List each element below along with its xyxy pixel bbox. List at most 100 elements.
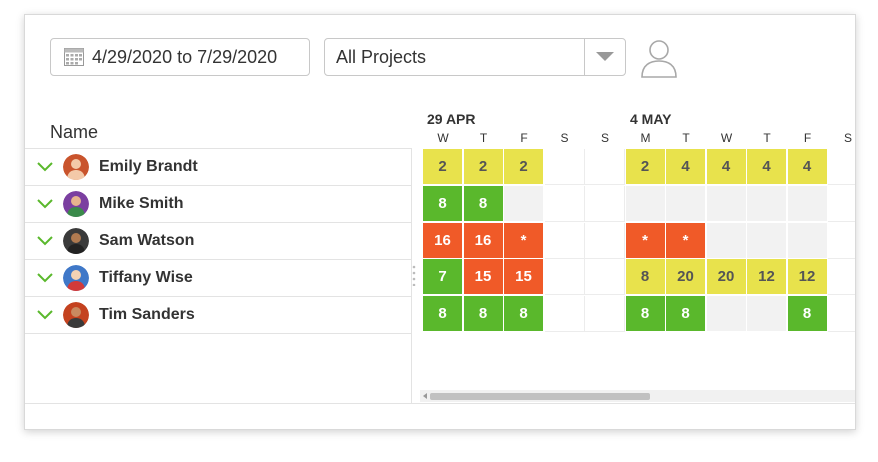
avatar <box>63 191 89 217</box>
allocation-cell[interactable]: 20 <box>706 259 747 296</box>
chevron-down-icon[interactable] <box>37 310 53 320</box>
day-letter: F <box>520 131 528 145</box>
empty-cell[interactable] <box>828 186 855 222</box>
day-letter: S <box>560 131 569 145</box>
allocation-cell[interactable]: 8 <box>625 296 666 333</box>
allocation-cell[interactable]: 4 <box>666 149 706 185</box>
empty-cell[interactable] <box>544 259 585 296</box>
avatar <box>63 302 89 328</box>
empty-cell[interactable] <box>544 185 585 222</box>
resource-row[interactable]: Tiffany Wise <box>25 260 411 297</box>
empty-cell[interactable] <box>585 149 625 185</box>
allocation-cell[interactable]: 2 <box>504 149 544 185</box>
allocation-cell[interactable]: 16 <box>463 222 504 259</box>
schedule-timeline: 29 APR 4 MAY W T F S S M T W T F S 2 2 2 2 4 4 4 4 8 8 16 16 * *… <box>420 108 855 408</box>
allocation-cell[interactable]: 4 <box>787 149 828 185</box>
dropdown-toggle[interactable] <box>584 39 625 75</box>
project-filter-value: All Projects <box>336 46 427 67</box>
allocation-cell[interactable]: 8 <box>423 185 463 222</box>
day-letter: M <box>640 131 651 145</box>
resource-row[interactable]: Mike Smith <box>25 186 411 223</box>
scroll-left-arrow-icon[interactable] <box>422 393 428 399</box>
empty-cell[interactable] <box>828 149 855 185</box>
allocation-cell[interactable] <box>666 185 706 222</box>
resource-name: Mike Smith <box>99 195 184 212</box>
allocation-cell[interactable] <box>706 185 747 222</box>
day-letter: W <box>720 131 733 145</box>
empty-cell[interactable] <box>585 222 625 259</box>
allocation-cell[interactable] <box>787 222 828 259</box>
allocation-cell[interactable]: * <box>666 222 706 259</box>
chevron-down-icon[interactable] <box>37 162 53 172</box>
name-column-header[interactable]: Name <box>50 122 98 143</box>
empty-cell[interactable] <box>585 259 625 296</box>
allocation-cell[interactable]: 8 <box>666 296 706 333</box>
allocation-cell[interactable] <box>504 185 544 222</box>
allocation-cell[interactable]: 4 <box>706 149 747 185</box>
empty-cell[interactable] <box>544 149 585 185</box>
week-label: 4 MAY <box>630 111 672 127</box>
allocation-cell[interactable]: 16 <box>423 222 463 259</box>
empty-cell[interactable] <box>585 185 625 222</box>
project-filter-dropdown[interactable]: All Projects <box>324 38 626 76</box>
allocation-cell[interactable]: 12 <box>747 259 787 296</box>
allocation-cell[interactable]: * <box>625 222 666 259</box>
calendar-icon <box>64 48 84 66</box>
empty-cell[interactable] <box>585 296 625 333</box>
resource-row[interactable]: Sam Watson <box>25 223 411 260</box>
allocation-cell[interactable]: 8 <box>463 185 504 222</box>
scrollbar-thumb[interactable] <box>430 393 650 400</box>
resource-name: Tiffany Wise <box>99 269 193 286</box>
allocation-cell[interactable]: 4 <box>747 149 787 185</box>
avatar <box>63 265 89 291</box>
empty-cell[interactable] <box>544 296 585 333</box>
resource-scheduler-panel: 4/29/2020 to 7/29/2020 All Projects Name… <box>24 14 856 430</box>
empty-cell[interactable] <box>828 223 855 259</box>
allocation-cell[interactable] <box>706 296 747 333</box>
allocation-cell[interactable]: 2 <box>463 149 504 185</box>
user-icon[interactable] <box>637 37 681 79</box>
allocation-cell[interactable]: 15 <box>504 259 544 296</box>
allocation-cell[interactable]: 15 <box>463 259 504 296</box>
allocation-cell[interactable]: 8 <box>463 296 504 333</box>
date-range-picker[interactable]: 4/29/2020 to 7/29/2020 <box>50 38 310 76</box>
splitter-grip-icon[interactable] <box>412 264 416 286</box>
empty-cell[interactable] <box>828 259 855 296</box>
divider <box>25 403 855 404</box>
allocation-cell[interactable] <box>747 296 787 333</box>
avatar <box>63 154 89 180</box>
allocation-cell[interactable]: 2 <box>423 149 463 185</box>
horizontal-scrollbar[interactable] <box>420 390 855 402</box>
empty-cell[interactable] <box>828 296 855 333</box>
resource-name: Sam Watson <box>99 232 195 249</box>
day-letter: F <box>803 131 812 145</box>
allocation-cell[interactable]: 12 <box>787 259 828 296</box>
allocation-cell[interactable]: 8 <box>504 296 544 333</box>
allocation-cell[interactable] <box>625 185 666 222</box>
allocation-cell[interactable]: 8 <box>787 296 828 333</box>
day-letter: S <box>843 131 852 145</box>
allocation-cell[interactable]: 2 <box>625 149 666 185</box>
resource-row[interactable]: Tim Sanders <box>25 297 411 334</box>
day-letter: T <box>682 131 690 145</box>
caret-down-icon <box>596 52 614 61</box>
allocation-cell[interactable] <box>706 222 747 259</box>
allocation-cell[interactable]: 7 <box>423 259 463 296</box>
allocation-cell[interactable] <box>747 222 787 259</box>
allocation-cell[interactable]: 8 <box>423 296 463 333</box>
chevron-down-icon[interactable] <box>37 199 53 209</box>
avatar <box>63 228 89 254</box>
resource-list: Emily Brandt Mike Smith Sam Watson Tiffa… <box>25 148 411 334</box>
empty-cell[interactable] <box>544 222 585 259</box>
allocation-cell[interactable] <box>787 185 828 222</box>
allocation-cell[interactable]: * <box>504 222 544 259</box>
allocation-cell[interactable]: 20 <box>666 259 706 296</box>
resource-row[interactable]: Emily Brandt <box>25 148 411 186</box>
chevron-down-icon[interactable] <box>37 273 53 283</box>
chevron-down-icon[interactable] <box>37 236 53 246</box>
resource-name: Emily Brandt <box>99 158 198 175</box>
date-range-text: 4/29/2020 to 7/29/2020 <box>92 46 278 67</box>
allocation-cell[interactable]: 8 <box>625 259 666 296</box>
day-letter: T <box>479 131 488 145</box>
allocation-cell[interactable] <box>747 185 787 222</box>
